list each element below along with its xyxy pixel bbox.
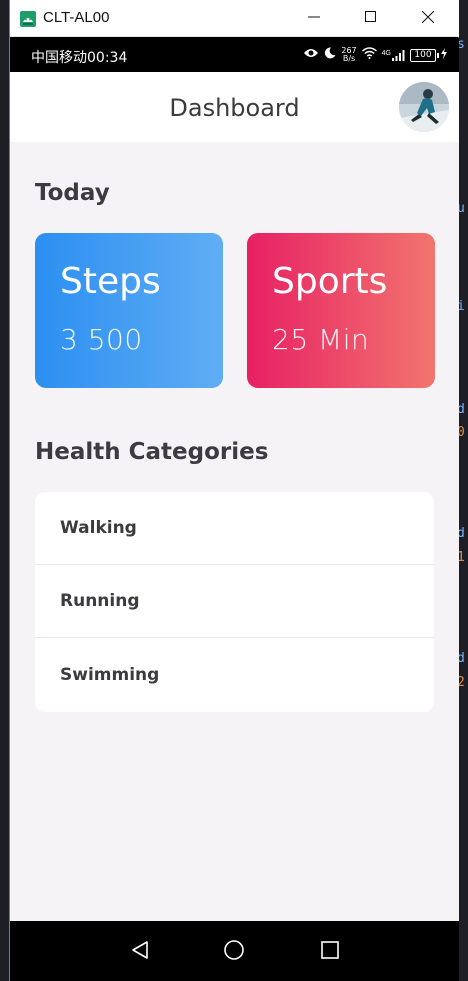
back-button[interactable] (122, 934, 158, 970)
home-button[interactable] (216, 934, 252, 970)
android-icon (20, 11, 36, 27)
avatar-icon (399, 82, 449, 132)
steps-card-value: 3 500 (60, 323, 143, 356)
close-button[interactable] (402, 0, 454, 37)
sports-card[interactable]: Sports 25 Min (247, 233, 435, 388)
maximize-icon (365, 10, 377, 28)
steps-card[interactable]: Steps 3 500 (35, 233, 223, 388)
eye-icon (303, 46, 319, 64)
status-bar: 中国移动00:34 267 B/s 4G 100 (10, 38, 459, 72)
app-bar: Dashboard (10, 72, 459, 142)
category-item-swimming[interactable]: Swimming (35, 638, 434, 711)
recents-icon (320, 940, 340, 965)
category-label: Swimming (60, 664, 160, 685)
signal-label: 4G (381, 49, 391, 57)
minimize-icon (308, 10, 320, 28)
wifi-icon (361, 46, 377, 64)
battery-icon: 100 (410, 48, 439, 62)
category-list: Walking Running Swimming (35, 492, 434, 712)
carrier-time: 中国移动00:34 (31, 50, 128, 66)
category-label: Running (60, 591, 140, 611)
category-label: Walking (60, 518, 137, 538)
status-icons: 267 B/s 4G 100 (303, 45, 447, 65)
signal-icon: 4G (381, 49, 405, 61)
recents-button[interactable] (312, 934, 348, 970)
charging-icon (441, 46, 447, 64)
window-titlebar[interactable]: CLT-AL00 (10, 0, 459, 37)
category-item-walking[interactable]: Walking (35, 492, 434, 565)
net-speed-unit: B/s (342, 54, 356, 63)
back-icon (130, 940, 150, 965)
today-heading: Today (35, 180, 110, 206)
maximize-button[interactable] (345, 0, 397, 37)
avatar[interactable] (399, 82, 449, 132)
phone-screen: 中国移动00:34 267 B/s 4G 100 Dashboard Today… (10, 38, 459, 921)
home-icon (223, 939, 245, 966)
emulator-window: CLT-AL00 中国移动00:34 267 B/s 4G 100 Dashbo… (9, 0, 459, 981)
moon-icon (324, 46, 336, 64)
window-title: CLT-AL00 (43, 9, 110, 26)
close-icon (421, 10, 435, 28)
steps-card-title: Steps (60, 261, 161, 302)
net-speed: 267 B/s (341, 47, 356, 63)
category-item-running[interactable]: Running (35, 565, 434, 638)
categories-heading: Health Categories (35, 439, 269, 465)
page-title: Dashboard (169, 94, 300, 122)
sports-card-value: 25 Min (272, 323, 370, 356)
minimize-button[interactable] (288, 0, 340, 37)
navigation-bar (10, 921, 459, 981)
sports-card-title: Sports (272, 261, 388, 302)
